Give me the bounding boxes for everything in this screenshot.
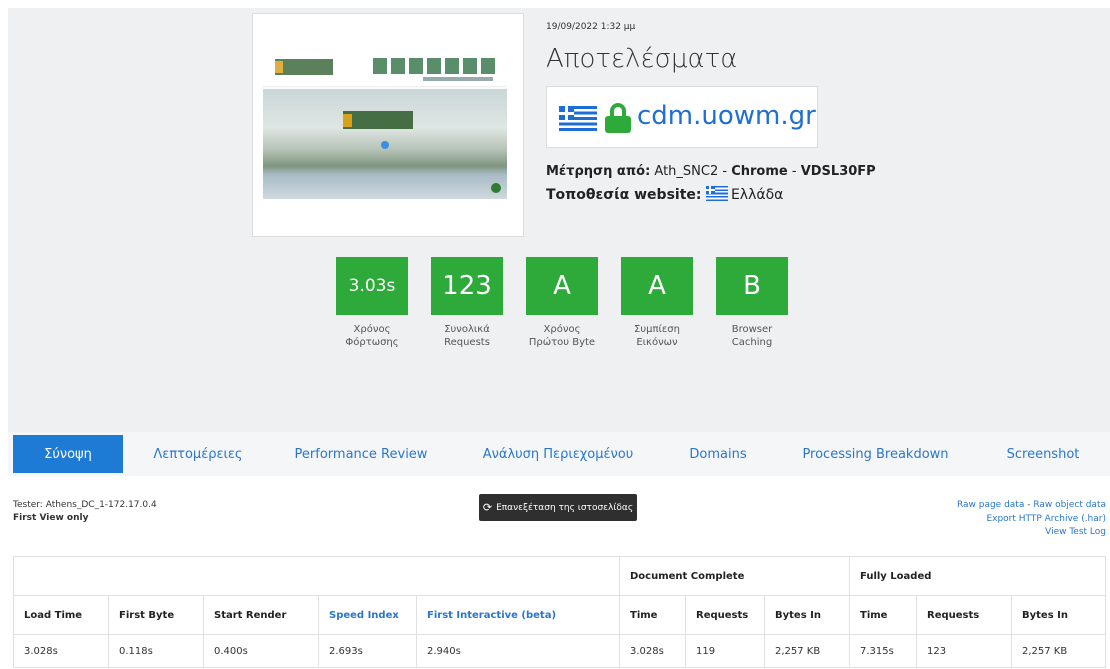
website-location: Τοποθεσία website: Ελλάδα	[546, 186, 783, 203]
cell-full-time: 7.315s	[849, 634, 917, 668]
results-hero: 19/09/2022 1:32 μμ Αποτελέσματα cdm.uowm…	[8, 8, 1110, 432]
greek-flag-icon	[559, 106, 597, 131]
browser-name: Chrome	[731, 164, 788, 179]
tab-details[interactable]: Λεπτομέρειες	[133, 435, 263, 473]
links-separator: -	[1024, 500, 1034, 510]
col-full-time: Time	[849, 595, 917, 635]
col-speed-index[interactable]: Speed Index	[318, 595, 417, 635]
tested-url-box: cdm.uowm.gr	[546, 86, 818, 148]
grade-scores: 3.03s Χρόνος Φόρτωσης 123 Συνολικά Request…	[336, 257, 788, 349]
cell-full-bytes: 2,257 KB	[1011, 634, 1106, 668]
grade-label: Browser	[731, 324, 773, 335]
retest-label: Επανεξέταση της ιστοσελίδας	[496, 502, 634, 513]
greek-flag-icon	[705, 186, 728, 201]
tab-content-analysis[interactable]: Ανάλυση Περιεχομένου	[473, 435, 643, 473]
tab-screenshot[interactable]: Screenshot	[993, 435, 1093, 473]
tester-name: Tester: Athens_DC_1-172.17.0.4	[13, 500, 157, 510]
grade-label: Πρώτου Byte	[528, 337, 596, 348]
grade-label: Εικόνων	[636, 337, 678, 348]
export-links: Raw page data - Raw object data Export H…	[957, 499, 1106, 540]
grade-value: A	[621, 257, 693, 315]
result-tabs: Σύνοψη Λεπτομέρειες Performance Review Α…	[8, 432, 1110, 476]
cell-start-render: 0.400s	[203, 634, 319, 668]
cell-doc-bytes: 2,257 KB	[764, 634, 850, 668]
tab-processing-breakdown[interactable]: Processing Breakdown	[798, 435, 953, 473]
separator: -	[718, 164, 732, 179]
cell-full-requests: 123	[916, 634, 1012, 668]
measure-label: Μέτρηση από:	[546, 164, 651, 179]
website-location-value: Ελλάδα	[730, 187, 784, 203]
thumbnail-image	[263, 49, 507, 199]
grade-browser-caching[interactable]: B Browser Caching	[716, 257, 788, 349]
page-title: Αποτελέσματα	[546, 44, 738, 74]
measure-location: Ath_SNC2	[654, 164, 719, 179]
cell-doc-time: 3.028s	[619, 634, 686, 668]
col-start-render: Start Render	[203, 595, 319, 635]
col-doc-requests: Requests	[685, 595, 765, 635]
retest-button[interactable]: ⟳ Επανεξέταση της ιστοσελίδας	[479, 494, 637, 521]
grade-load-time[interactable]: 3.03s Χρόνος Φόρτωσης	[336, 257, 408, 349]
grade-value: 123	[431, 257, 503, 315]
col-doc-time: Time	[619, 595, 686, 635]
grade-first-byte[interactable]: A Χρόνος Πρώτου Byte	[526, 257, 598, 349]
grade-requests[interactable]: 123 Συνολικά Requests	[431, 257, 503, 349]
table-group-document-complete: Document Complete	[619, 556, 850, 596]
cell-first-byte: 0.118s	[108, 634, 204, 668]
connection-type: VDSL30FP	[800, 164, 876, 179]
separator: -	[787, 164, 801, 179]
export-har-link[interactable]: Export HTTP Archive (.har)	[957, 513, 1106, 527]
tab-domains[interactable]: Domains	[678, 435, 758, 473]
tab-performance-review[interactable]: Performance Review	[286, 435, 436, 473]
grade-value: B	[716, 257, 788, 315]
measurement-info: Μέτρηση από: Ath_SNC2 - Chrome - VDSL30F…	[546, 164, 876, 179]
view-test-log-link[interactable]: View Test Log	[957, 526, 1106, 540]
cell-load-time: 3.028s	[13, 634, 109, 668]
grade-value: 3.03s	[336, 257, 408, 315]
grade-label: Requests	[444, 337, 490, 348]
cell-speed-index: 2.693s	[318, 634, 417, 668]
raw-page-data-link[interactable]: Raw page data	[957, 500, 1024, 510]
table-row: 3.028s 0.118s 0.400s 2.693s 2.940s 3.028…	[13, 634, 1106, 668]
grade-value: A	[526, 257, 598, 315]
grade-label: Χρόνος	[543, 324, 581, 335]
grade-label: Συνολικά	[444, 324, 490, 335]
refresh-icon: ⟳	[482, 501, 493, 514]
col-full-bytes: Bytes In	[1011, 595, 1106, 635]
cell-doc-requests: 119	[685, 634, 765, 668]
page-thumbnail[interactable]	[252, 13, 524, 237]
website-location-label: Τοποθεσία website:	[546, 187, 702, 203]
grade-image-compression[interactable]: A Συμπίεση Εικόνων	[621, 257, 693, 349]
tab-summary[interactable]: Σύνοψη	[13, 435, 123, 473]
col-load-time: Load Time	[13, 595, 109, 635]
grade-label: Συμπίεση	[634, 324, 680, 335]
lock-icon	[605, 103, 631, 133]
tested-url[interactable]: cdm.uowm.gr	[637, 101, 816, 131]
col-full-requests: Requests	[916, 595, 1012, 635]
col-first-interactive[interactable]: First Interactive (beta)	[416, 595, 620, 635]
grade-label: Caching	[731, 337, 773, 348]
cell-first-interactive: 2.940s	[416, 634, 620, 668]
grade-label: Χρόνος	[353, 324, 391, 335]
tester-info: Tester: Athens_DC_1-172.17.0.4 First Vie…	[13, 499, 157, 525]
grade-label: Φόρτωσης	[345, 337, 399, 348]
col-doc-bytes: Bytes In	[764, 595, 850, 635]
table-group-fully-loaded: Fully Loaded	[849, 556, 1106, 596]
raw-object-data-link[interactable]: Raw object data	[1033, 500, 1106, 510]
results-table: Document Complete Fully Loaded Load Time…	[13, 556, 1106, 668]
table-group-empty	[13, 556, 620, 596]
col-first-byte: First Byte	[108, 595, 204, 635]
test-date: 19/09/2022 1:32 μμ	[546, 22, 636, 32]
view-mode: First View only	[13, 513, 89, 523]
